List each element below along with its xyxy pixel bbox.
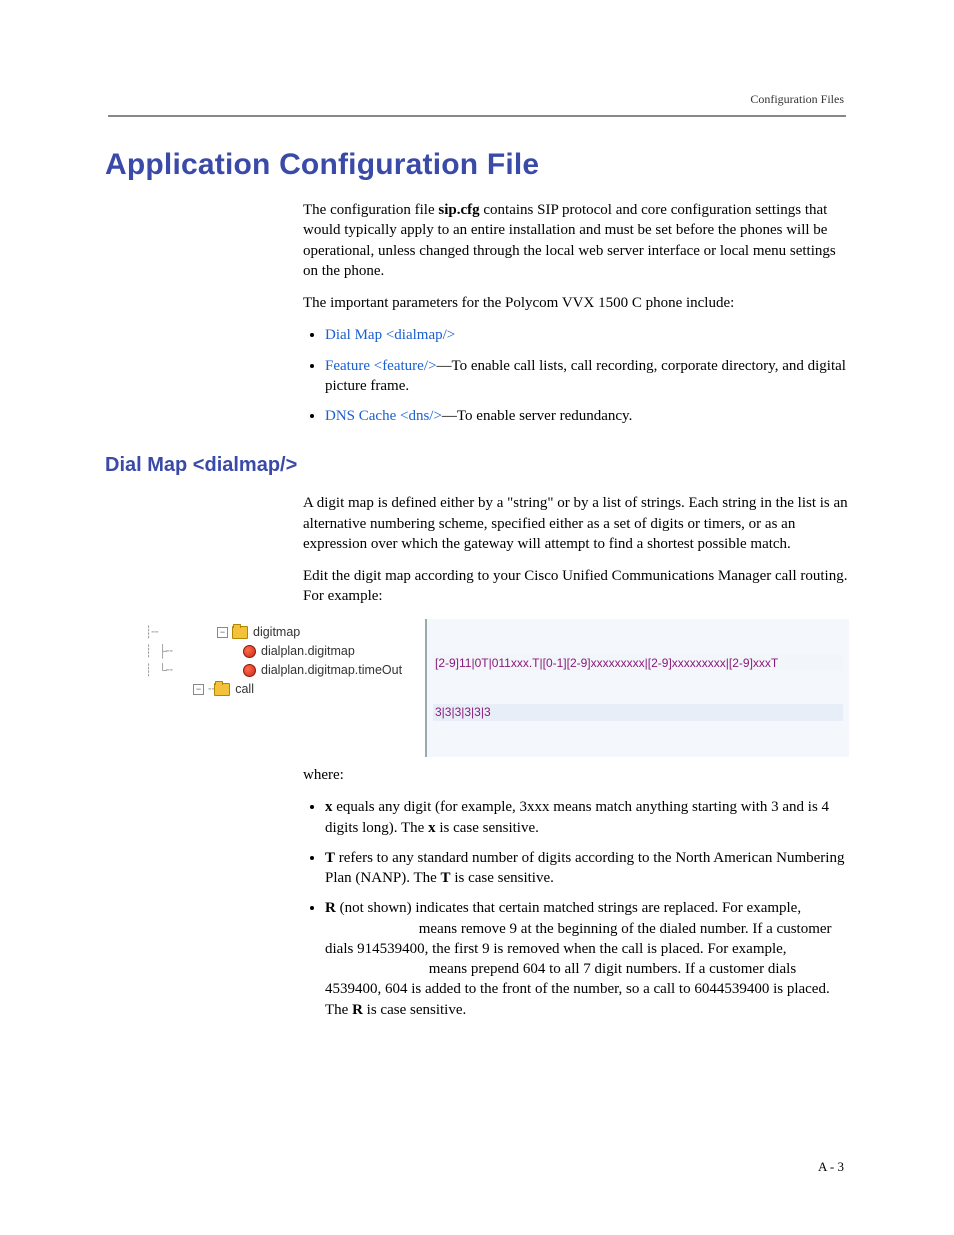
list-item: T refers to any standard number of digit… [325, 848, 849, 889]
tree-label: dialplan.digitmap [261, 644, 355, 658]
leaf-icon [243, 645, 256, 658]
tree-leaf-dialplan-digitmap[interactable]: ┊ ├╌ dialplan.digitmap [145, 642, 425, 661]
tree-label: dialplan.digitmap.timeOut [261, 663, 402, 677]
intro-paragraph-1: The configuration file sip.cfg contains … [303, 200, 849, 281]
config-tree-figure: ┊╌ − digitmap ┊ ├╌ dialplan.digitmap ┊ └… [145, 619, 849, 758]
text: means remove 9 at the beginning of the d… [325, 921, 832, 957]
text: refers to any standard number of digits … [325, 850, 844, 886]
folder-icon [232, 626, 248, 639]
text: is case sensitive. [451, 870, 554, 886]
section-heading-dialmap: Dial Map <dialmap/> [105, 454, 849, 477]
intro-paragraph-2: The important parameters for the Polycom… [303, 293, 849, 313]
token-t: T [441, 870, 451, 886]
token-r: R [352, 1002, 363, 1018]
list-item: R (not shown) indicates that certain mat… [325, 898, 849, 1020]
tree-label: digitmap [253, 625, 300, 639]
token-x: x [428, 820, 436, 836]
list-item: x equals any digit (for example, 3xxx me… [325, 797, 849, 838]
text: equals any digit (for example, 3xxx mean… [325, 799, 829, 835]
dialmap-paragraph-2: Edit the digit map according to your Cis… [303, 566, 849, 607]
link-dialmap[interactable]: Dial Map <dialmap/> [325, 327, 455, 343]
collapse-icon[interactable]: − [193, 684, 204, 695]
where-list: x equals any digit (for example, 3xxx me… [303, 797, 849, 1020]
config-tree: ┊╌ − digitmap ┊ ├╌ dialplan.digitmap ┊ └… [145, 619, 425, 758]
text: The configuration file [303, 202, 438, 218]
token-r: R [325, 900, 336, 916]
text: —To enable server redundancy. [442, 408, 632, 424]
tree-leaf-dialplan-digitmap-timeout[interactable]: ┊ └╌ dialplan.digitmap.timeOut [145, 661, 425, 680]
collapse-icon[interactable]: − [217, 627, 228, 638]
folder-icon [214, 683, 230, 696]
tree-label: call [235, 682, 254, 696]
dialmap-paragraph-1: A digit map is defined either by a "stri… [303, 493, 849, 554]
header-rule [108, 115, 846, 117]
digitmap-value-line1: [2-9]11|0T|011xxx.T|[0-1][2-9]xxxxxxxxx|… [433, 655, 843, 671]
digitmap-value-line2: 3|3|3|3|3|3 [433, 704, 843, 720]
header-section-label: Configuration Files [750, 92, 844, 107]
text: is case sensitive. [363, 1002, 466, 1018]
link-dnscache[interactable]: DNS Cache <dns/> [325, 408, 442, 424]
tree-node-digitmap[interactable]: ┊╌ − digitmap [145, 623, 425, 642]
list-item: Feature <feature/>—To enable call lists,… [325, 356, 849, 397]
leaf-icon [243, 664, 256, 677]
tree-node-call[interactable]: − ╌ call [145, 680, 425, 699]
text: (not shown) indicates that certain match… [336, 900, 801, 916]
page-number: A - 3 [818, 1159, 844, 1175]
config-value-pane: [2-9]11|0T|011xxx.T|[0-1][2-9]xxxxxxxxx|… [425, 619, 849, 758]
where-lead: where: [303, 765, 849, 785]
parameter-list: Dial Map <dialmap/> Feature <feature/>—T… [303, 325, 849, 426]
token-t: T [325, 850, 335, 866]
token-x: x [325, 799, 333, 815]
text: is case sensitive. [436, 820, 539, 836]
filename-sipcfg: sip.cfg [438, 202, 479, 218]
list-item: Dial Map <dialmap/> [325, 325, 849, 345]
page-title: Application Configuration File [105, 148, 849, 182]
link-feature[interactable]: Feature <feature/> [325, 358, 436, 374]
list-item: DNS Cache <dns/>—To enable server redund… [325, 406, 849, 426]
